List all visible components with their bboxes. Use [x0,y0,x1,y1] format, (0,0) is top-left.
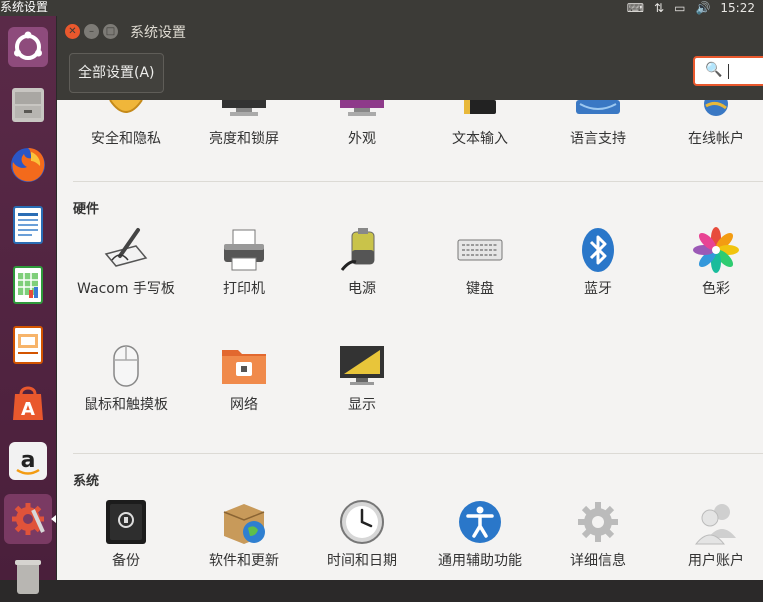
all-settings-button[interactable]: 全部设置(A) [69,53,164,93]
accessibility-icon [459,501,501,543]
tile-user-accounts[interactable]: 用户账户 [657,498,763,573]
section-title-hardware: 硬件 [73,202,100,217]
writer-icon[interactable] [4,200,52,250]
backup-icon [106,500,146,544]
printer-icon [224,229,264,271]
calc-icon[interactable] [4,260,52,310]
system-settings-icon[interactable] [4,494,52,544]
active-app-title: 系统设置 [0,0,49,14]
settings-tile[interactable]: 语言支持 [539,124,657,151]
section-title-system: 系统 [73,474,100,489]
privacy-icon [67,100,185,118]
settings-tile[interactable]: 外观 [303,124,421,151]
software-center-icon[interactable]: A [4,378,52,428]
tile-software-updates[interactable]: 软件和更新 [185,498,303,573]
tile-network[interactable]: 网络 [185,342,303,417]
brightness-icon [185,100,303,118]
clock-icon [340,500,384,544]
keyboard-indicator-icon[interactable]: ⌨ [627,1,644,15]
text-entry-icon [421,100,539,118]
user-accounts-icon [694,504,736,545]
network-indicator-icon[interactable]: ⇅ [654,1,664,15]
wacom-icon [104,228,148,267]
system-tray: ⌨ ⇅ ▭ 🔊 15:22 [627,0,755,16]
window-toolbar: 全部设置(A) 🔍 [57,48,763,100]
details-icon [578,502,618,542]
tile-color[interactable]: 色彩 [657,226,763,301]
network-icon [222,350,266,384]
settings-content: 安全和隐私 亮度和锁屏 外观 文本输入 语言支持 在线帐户 硬件 Wacom 手… [57,100,763,580]
tile-bluetooth[interactable]: 蓝牙 [539,226,657,301]
battery-indicator-icon[interactable]: ▭ [674,1,685,15]
bluetooth-icon [582,228,614,272]
text-caret [728,64,729,79]
tile-wacom[interactable]: Wacom 手写板 [67,226,185,301]
svg-text:A: A [21,399,35,420]
minimize-button[interactable]: – [84,24,99,39]
amazon-icon[interactable]: a [4,436,52,486]
tile-datetime[interactable]: 时间和日期 [303,498,421,573]
search-icon: 🔍 [705,62,723,78]
svg-text:a: a [21,448,36,473]
file-manager-icon[interactable] [4,80,52,130]
volume-indicator-icon[interactable]: 🔊 [695,1,710,15]
tile-display[interactable]: 显示 [303,342,421,417]
settings-tile[interactable]: 亮度和锁屏 [185,124,303,151]
tile-backup[interactable]: 备份 [67,498,185,573]
close-button[interactable]: ✕ [65,24,80,39]
search-input[interactable]: 🔍 [693,56,763,86]
impress-icon[interactable] [4,320,52,370]
settings-tile[interactable]: 文本输入 [421,124,539,151]
tile-printer[interactable]: 打印机 [185,226,303,301]
language-icon [539,100,657,118]
tile-accessibility[interactable]: 通用辅助功能 [421,498,539,573]
firefox-icon[interactable] [4,140,52,190]
software-updates-icon [223,504,265,544]
color-icon [693,227,739,273]
maximize-button[interactable]: □ [103,24,118,39]
window-titlebar[interactable]: ✕ – □ 系统设置 [57,16,763,48]
ubuntu-dash-icon[interactable] [4,22,52,72]
section-divider [73,453,763,454]
online-accounts-icon [657,100,763,118]
clock[interactable]: 15:22 [720,1,755,15]
mouse-icon [113,345,139,387]
power-icon [340,228,375,271]
window-title: 系统设置 [130,25,186,41]
active-app-indicator [51,515,56,523]
display-icon [340,346,384,385]
tile-mouse[interactable]: 鼠标和触摸板 [67,342,185,417]
launcher: A a [0,16,56,594]
settings-tile[interactable]: 安全和隐私 [67,124,185,151]
tile-keyboard[interactable]: 键盘 [421,226,539,301]
settings-tile[interactable]: 在线帐户 [657,124,763,151]
trash-icon[interactable] [4,552,52,602]
top-panel: 系统设置 ⌨ ⇅ ▭ 🔊 15:22 [0,0,763,16]
appearance-icon [303,100,421,118]
section-divider [73,181,763,182]
tile-power[interactable]: 电源 [303,226,421,301]
settings-window: ✕ – □ 系统设置 全部设置(A) 🔍 安全和隐私 亮度和锁屏 外观 文本输入… [57,16,763,580]
tile-details[interactable]: 详细信息 [539,498,657,573]
keyboard-icon [457,239,503,261]
